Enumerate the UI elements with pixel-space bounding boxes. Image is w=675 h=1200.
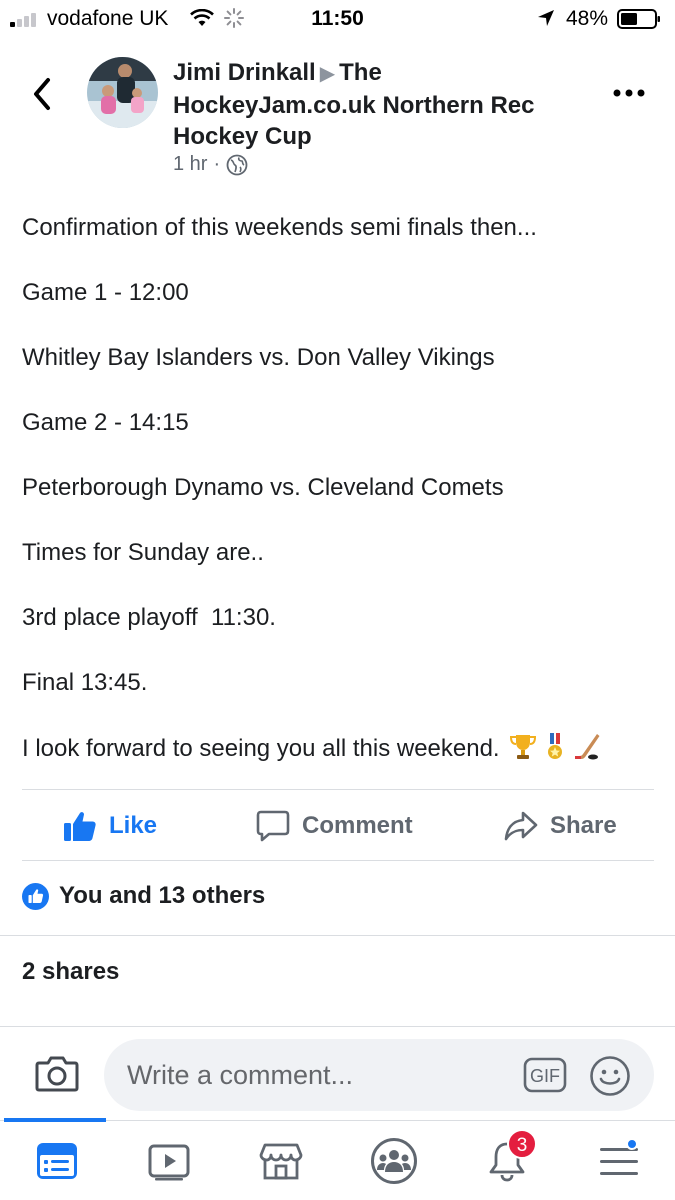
medal-icon (548, 733, 563, 759)
comment-label: Comment (302, 812, 413, 839)
divider (0, 935, 675, 936)
comment-input[interactable] (104, 1039, 654, 1111)
post-line: Final 13:45. (22, 669, 148, 696)
tab-groups[interactable] (364, 1135, 424, 1187)
notification-badge: 3 (507, 1129, 537, 1159)
post-line: Peterborough Dynamo vs. Cleveland Comets (22, 474, 504, 501)
more-options-button[interactable] (612, 86, 646, 100)
like-button[interactable]: Like (63, 806, 157, 846)
marketplace-shop-icon (259, 1143, 303, 1180)
share-arrow-icon (504, 811, 538, 841)
avatar-photo (87, 57, 158, 128)
like-reaction-icon (22, 882, 49, 910)
share-button[interactable]: Share (504, 806, 617, 846)
tab-menu[interactable] (589, 1135, 649, 1187)
globe-icon (226, 154, 248, 175)
tab-watch[interactable] (139, 1135, 199, 1187)
comment-composer: GIF (0, 1026, 675, 1122)
like-label: Like (109, 812, 158, 839)
location-arrow-icon (538, 10, 554, 26)
post-actions: Like Comment Share (0, 792, 675, 860)
post-meta: 1 hr · (173, 153, 248, 176)
post-line: Confirmation of this weekends semi final… (22, 214, 537, 241)
tab-notifications[interactable]: 3 (477, 1129, 537, 1187)
tab-marketplace[interactable] (251, 1135, 311, 1187)
active-tab-indicator (4, 1118, 106, 1122)
back-button[interactable] (28, 76, 58, 112)
post-line: Game 2 - 14:15 (22, 409, 189, 436)
gif-label: GIF (530, 1066, 560, 1086)
comment-button[interactable]: Comment (256, 806, 413, 846)
gif-button[interactable]: GIF (523, 1057, 567, 1093)
thumbs-up-icon (64, 812, 96, 841)
post-title[interactable]: Jimi Drinkall ▶ The HockeyJam.co.uk Northe… (173, 57, 573, 152)
post-line: 3rd place playoff 11:30. (22, 604, 276, 631)
divider (22, 789, 654, 790)
reactions-text: You and 13 others (59, 882, 266, 909)
menu-unread-dot (626, 1138, 638, 1150)
battery-icon (617, 9, 660, 29)
post-line: Times for Sunday are.. (22, 539, 264, 566)
video-play-icon (148, 1144, 190, 1181)
divider (22, 860, 654, 861)
share-label: Share (550, 812, 617, 839)
post-closing-line: I look forward to seeing you all this we… (22, 732, 662, 764)
gif-icon: GIF (523, 1057, 567, 1093)
shares-count[interactable]: 2 shares (22, 958, 119, 986)
smiley-button[interactable] (589, 1055, 631, 1097)
post-line: Whitley Bay Islanders vs. Don Valley Vik… (22, 344, 495, 371)
post-time[interactable]: 1 hr (173, 153, 207, 176)
triangle-right-icon: ▶ (319, 63, 336, 85)
bottom-tab-bar: 3 (0, 1118, 675, 1200)
groups-icon (371, 1138, 417, 1184)
tab-news-feed[interactable] (27, 1135, 87, 1187)
camera-button[interactable] (35, 1053, 79, 1093)
post-line: Game 1 - 12:00 (22, 279, 189, 306)
battery-percentage: 48% (566, 7, 609, 30)
meta-separator: · (213, 153, 221, 175)
status-bar: vodafone UK 11:50 48% (0, 0, 675, 40)
hockey-stick-icon (575, 734, 600, 760)
news-feed-icon (37, 1143, 77, 1179)
post-line: I look forward to seeing you all this we… (22, 735, 500, 762)
author-avatar[interactable] (87, 57, 158, 128)
post-body: Confirmation of this weekends semi final… (22, 212, 662, 797)
reactions-summary[interactable]: You and 13 others (22, 882, 265, 910)
trophy-icon (510, 735, 537, 759)
author-name[interactable]: Jimi Drinkall (173, 59, 316, 86)
speech-bubble-icon (256, 810, 290, 842)
